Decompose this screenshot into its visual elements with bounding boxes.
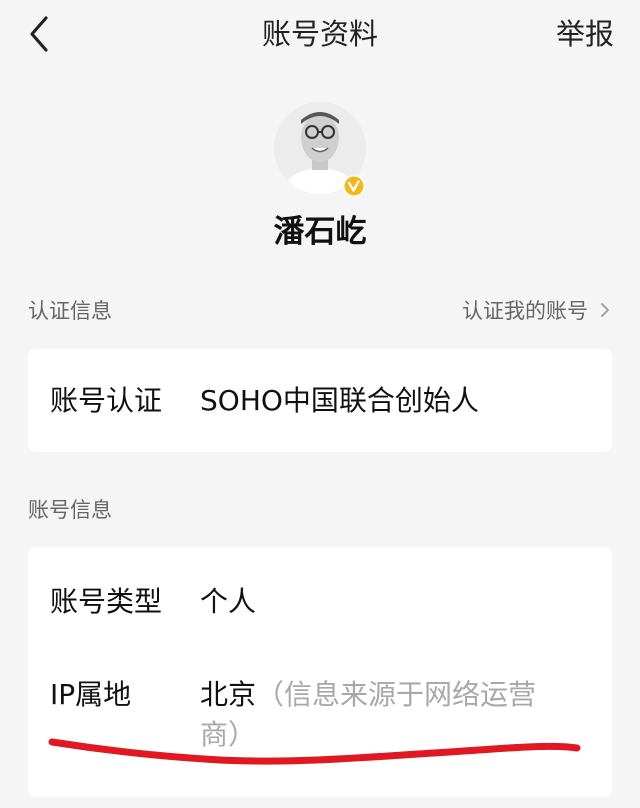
account-info-section-label: 账号信息 (28, 498, 112, 522)
verification-row-label: 账号认证 (50, 384, 163, 417)
verified-v-icon (343, 175, 365, 197)
verify-my-account-link[interactable]: 认证我的账号 (462, 296, 610, 326)
verification-section-label: 认证信息 (28, 299, 112, 323)
profile-name: 潘石屹 (273, 214, 367, 250)
verified-badge (342, 174, 366, 198)
account-type-row: 账号类型 个人 (50, 582, 590, 622)
account-type-value: 个人 (200, 585, 257, 618)
account-info-card: 账号类型 个人 IP属地 北京（信息来源于网络运营商） (28, 547, 612, 797)
page-title: 账号资料 (261, 17, 378, 51)
chevron-right-icon (600, 296, 610, 326)
ip-location-label: IP属地 (50, 678, 132, 711)
account-type-label: 账号类型 (50, 585, 163, 618)
report-button[interactable]: 举报 (556, 14, 614, 54)
ip-location-value: 北京（信息来源于网络运营商） (200, 675, 560, 755)
account-profile-page: 账号资料 举报 潘石屹 认证信息 认证我的账号 账号认证 SOHO中国联合创始人… (0, 0, 640, 808)
verification-card: 账号认证 SOHO中国联合创始人 (28, 349, 612, 452)
verify-link-label: 认证我的账号 (462, 299, 588, 323)
verification-row-value: SOHO中国联合创始人 (200, 384, 479, 417)
verification-row: 账号认证 SOHO中国联合创始人 (50, 381, 590, 421)
ip-location-city: 北京 (200, 678, 257, 711)
ip-location-row: IP属地 北京（信息来源于网络运营商） (50, 675, 590, 759)
